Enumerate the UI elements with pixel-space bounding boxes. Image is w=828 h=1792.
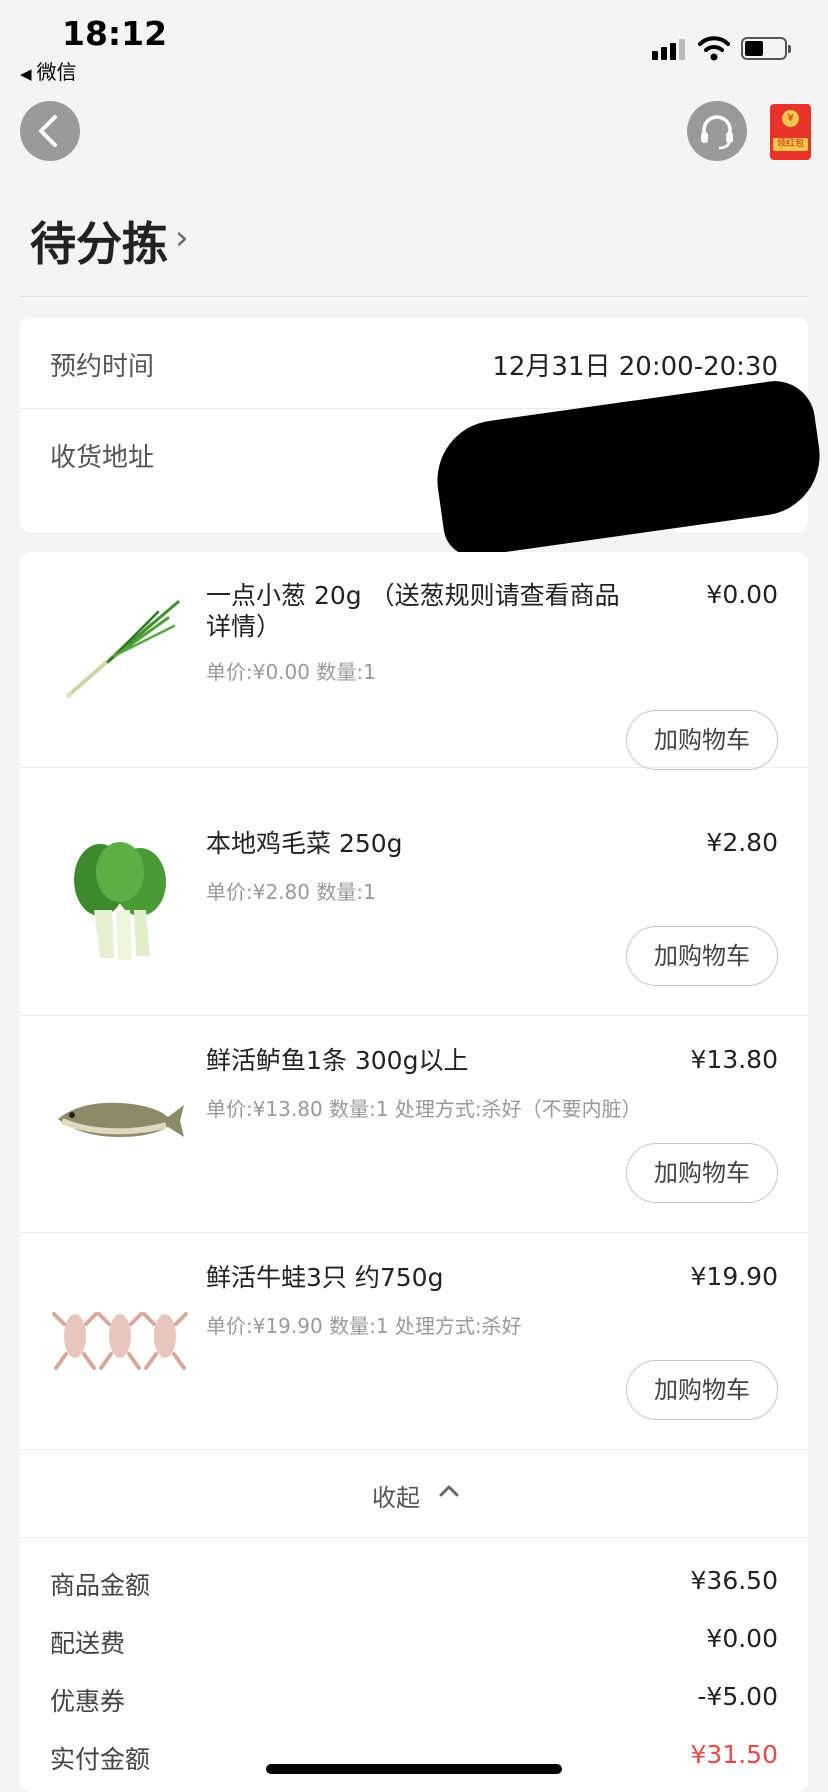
reserve-time-value: 12月31日 20:00-20:30 [492, 352, 778, 382]
goods-amount-value: ¥36.50 [690, 1566, 778, 1595]
item-detail: 单价:¥19.90 数量:1 处理方式:杀好 [206, 1314, 522, 1338]
item-price: ¥13.80 [690, 1045, 778, 1074]
list-item: 鲜活牛蛙3只 约750g ¥19.90 单价:¥19.90 数量:1 处理方式:… [20, 1234, 808, 1450]
item-detail: 单价:¥2.80 数量:1 [206, 880, 376, 904]
item-detail: 单价:¥13.80 数量:1 处理方式:杀好（不要内脏） [206, 1097, 642, 1121]
frog-image [52, 1312, 188, 1370]
signal-icon [652, 34, 686, 60]
back-button[interactable] [20, 101, 80, 161]
fish-image [58, 1102, 184, 1137]
add-to-cart-button[interactable]: 加购物车 [626, 1143, 778, 1203]
item-name: 鲜活牛蛙3只 约750g [206, 1263, 444, 1292]
clock: 18:12 [62, 14, 168, 53]
item-name: 本地鸡毛菜 250g [206, 829, 403, 858]
item-detail: 单价:¥0.00 数量:1 [206, 660, 376, 684]
coupon-label: 优惠券 [50, 1687, 126, 1716]
coupon-value: -¥5.00 [697, 1682, 778, 1711]
delivery-fee-label: 配送费 [50, 1629, 126, 1658]
add-to-cart-button[interactable]: 加购物车 [626, 710, 778, 770]
back-to-app-link[interactable]: ◀ 微信 [20, 56, 77, 85]
delivery-fee-value: ¥0.00 [706, 1624, 778, 1653]
paid-amount-label: 实付金额 [50, 1745, 151, 1774]
item-price: ¥19.90 [690, 1262, 778, 1291]
collapse-label: 收起 [372, 1484, 420, 1512]
paid-amount-row: 实付金额 ¥31.50 [20, 1732, 808, 1782]
reserve-time-label: 预约时间 [50, 352, 155, 382]
chevron-left-icon [39, 115, 57, 147]
back-app-label: 微信 [36, 60, 77, 84]
greens-image [74, 842, 166, 960]
address-label: 收货地址 [50, 443, 155, 473]
back-triangle-icon: ◀ [20, 65, 32, 83]
customer-service-button[interactable] [687, 101, 747, 161]
chevron-up-icon [439, 1485, 459, 1497]
item-name: 一点小葱 20g （送葱规则请查看商品详情） [206, 581, 620, 641]
list-item: 鲜活鲈鱼1条 300g以上 ¥13.80 单价:¥13.80 数量:1 处理方式… [20, 1017, 808, 1233]
paid-amount-value: ¥31.50 [690, 1740, 778, 1769]
item-price: ¥2.80 [706, 828, 778, 857]
divider [20, 296, 808, 297]
wifi-icon [698, 36, 730, 61]
chevron-right-icon[interactable]: › [175, 218, 189, 258]
delivery-fee-row: 配送费 ¥0.00 [20, 1616, 808, 1666]
list-item: 一点小葱 20g （送葱规则请查看商品详情） ¥0.00 单价:¥0.00 数量… [20, 552, 808, 770]
add-to-cart-button[interactable]: 加购物车 [626, 926, 778, 986]
coupon-row: 优惠券 -¥5.00 [20, 1674, 808, 1724]
item-name: 鲜活鲈鱼1条 300g以上 [206, 1046, 469, 1075]
red-packet-label: 领红包 [773, 138, 808, 151]
red-packet-button[interactable]: ¥ 领红包 [770, 104, 811, 160]
collapse-button[interactable]: 收起 [20, 1452, 808, 1538]
status-bar: 18:12 ◀ 微信 [0, 0, 828, 84]
add-to-cart-button[interactable]: 加购物车 [626, 1360, 778, 1420]
goods-amount-label: 商品金额 [50, 1571, 151, 1600]
home-indicator[interactable] [266, 1764, 562, 1774]
coin-icon: ¥ [782, 110, 799, 127]
goods-list-card: 一点小葱 20g （送葱规则请查看商品详情） ¥0.00 单价:¥0.00 数量… [20, 552, 808, 1792]
goods-amount-row: 商品金额 ¥36.50 [20, 1558, 808, 1608]
headset-icon [701, 115, 733, 150]
item-price: ¥0.00 [706, 580, 778, 609]
scallion-image [66, 600, 180, 698]
battery-icon [741, 37, 791, 60]
list-item: 本地鸡毛菜 250g ¥2.80 单价:¥2.80 数量:1 加购物车 [20, 800, 808, 1016]
page-title[interactable]: 待分拣 [30, 208, 168, 274]
